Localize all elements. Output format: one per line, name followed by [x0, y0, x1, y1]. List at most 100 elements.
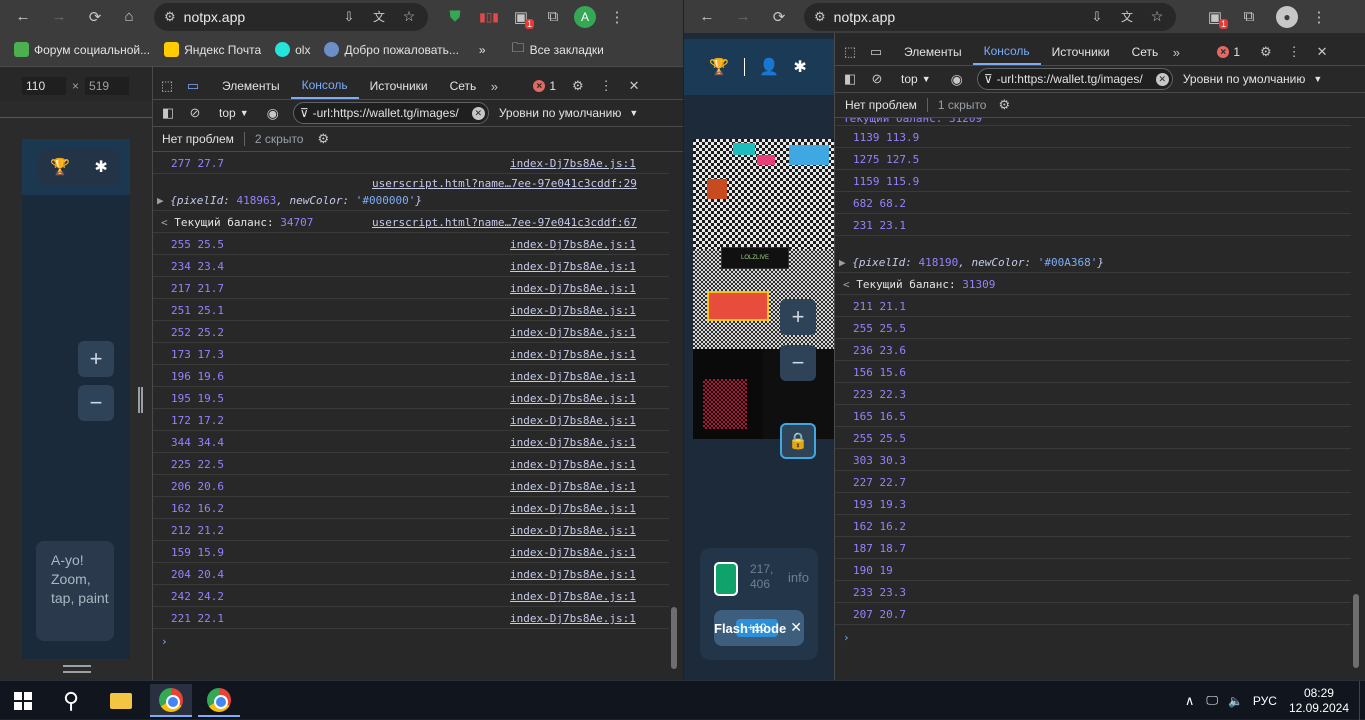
- tab-sources[interactable]: Источники: [1041, 39, 1121, 65]
- device-toolbar-icon[interactable]: ▭: [865, 44, 887, 60]
- live-expression-eye-icon[interactable]: ◉: [267, 105, 279, 122]
- clear-console-icon[interactable]: ⊘: [865, 71, 889, 87]
- tab-network[interactable]: Сеть: [439, 73, 488, 99]
- kebab-menu-icon[interactable]: ⋮: [1306, 4, 1332, 30]
- live-expression-eye-icon[interactable]: ◉: [951, 71, 963, 88]
- notifications-extension-icon[interactable]: ▣ 1: [1202, 4, 1228, 30]
- chrome-taskbar-icon[interactable]: [150, 684, 192, 717]
- device-toolbar-icon[interactable]: ▭: [181, 78, 205, 94]
- issues-label[interactable]: Нет проблем: [845, 98, 917, 112]
- tab-sources[interactable]: Источники: [359, 73, 439, 99]
- error-counter[interactable]: × 1: [1217, 45, 1240, 59]
- source-link[interactable]: index-Dj7bs8Ae.js:1: [510, 568, 636, 581]
- inspect-element-icon[interactable]: ⬚: [153, 78, 181, 94]
- zoom-in-button[interactable]: +: [780, 299, 816, 335]
- profile-avatar[interactable]: ●: [1276, 5, 1298, 28]
- sidebar-toggle-icon[interactable]: ◧: [153, 105, 183, 121]
- zoom-in-button[interactable]: +: [78, 341, 114, 377]
- log-levels-selector[interactable]: Уровни по умолчанию ▼: [1183, 72, 1322, 86]
- extensions-puzzle-icon[interactable]: ⧉: [1236, 4, 1262, 30]
- source-link[interactable]: index-Dj7bs8Ae.js:1: [510, 326, 636, 339]
- trophy-icon[interactable]: 🏆: [50, 157, 70, 177]
- sidebar-toggle-icon[interactable]: ◧: [835, 71, 865, 87]
- log-object[interactable]: ▶ {pixelId: 418963, newColor: '#000000'}: [157, 194, 422, 207]
- console-prompt-icon[interactable]: ›: [161, 635, 168, 648]
- search-icon[interactable]: ⚲: [50, 684, 92, 717]
- tab-console[interactable]: Консоль: [972, 39, 1041, 65]
- network-icon[interactable]: 🖵: [1206, 693, 1218, 708]
- console-filter-input[interactable]: ⊽ -url:https://wallet.tg/images/ ✕: [292, 102, 489, 124]
- bookmark-item[interactable]: Добро пожаловать...: [324, 42, 459, 57]
- source-link[interactable]: index-Dj7bs8Ae.js:1: [510, 524, 636, 537]
- source-link[interactable]: index-Dj7bs8Ae.js:1: [510, 502, 636, 515]
- lock-button[interactable]: 🔒: [780, 423, 816, 459]
- file-explorer-icon[interactable]: [100, 684, 142, 717]
- bug-icon[interactable]: ✱: [793, 57, 806, 77]
- site-info-icon[interactable]: ⚙: [164, 9, 176, 25]
- scroll-thumb[interactable]: [1353, 594, 1359, 668]
- trophy-icon[interactable]: 🏆: [709, 57, 729, 77]
- width-input[interactable]: 110: [22, 77, 66, 95]
- tray-chevron-icon[interactable]: ∧: [1185, 693, 1195, 709]
- issues-label[interactable]: Нет проблем: [162, 132, 234, 146]
- source-link[interactable]: index-Dj7bs8Ae.js:1: [510, 370, 636, 383]
- error-counter[interactable]: × 1: [533, 79, 556, 93]
- language-indicator[interactable]: РУС: [1253, 694, 1277, 708]
- extensions-puzzle-icon[interactable]: ⧉: [540, 4, 566, 30]
- settings-gear-icon[interactable]: ⚙: [1260, 44, 1272, 60]
- source-link[interactable]: index-Dj7bs8Ae.js:1: [510, 238, 636, 251]
- log-levels-selector[interactable]: Уровни по умолчанию ▼: [499, 106, 638, 120]
- clear-console-icon[interactable]: ⊘: [183, 105, 207, 121]
- volume-icon[interactable]: 🔈: [1228, 694, 1243, 708]
- shield-extension-icon[interactable]: ⛊: [442, 4, 468, 30]
- settings-gear-icon[interactable]: ⚙: [572, 78, 584, 94]
- bookmark-item[interactable]: olx: [275, 42, 310, 57]
- devtools-menu-icon[interactable]: ⋮: [1288, 44, 1301, 60]
- source-link[interactable]: index-Dj7bs8Ae.js:1: [510, 392, 636, 405]
- source-link[interactable]: userscript.html?name…7ee-97e041c3cddf:29: [372, 177, 637, 190]
- context-selector[interactable]: top ▼: [901, 72, 931, 86]
- source-link[interactable]: index-Dj7bs8Ae.js:1: [510, 590, 636, 603]
- show-desktop-button[interactable]: [1359, 681, 1365, 720]
- source-link[interactable]: index-Dj7bs8Ae.js:1: [510, 282, 636, 295]
- audio-extension-icon[interactable]: ▮▯▮: [476, 4, 502, 30]
- source-link[interactable]: index-Dj7bs8Ae.js:1: [510, 612, 636, 625]
- forward-icon[interactable]: →: [46, 4, 72, 30]
- clock[interactable]: 08:29 12.09.2024: [1289, 686, 1349, 716]
- source-link[interactable]: index-Dj7bs8Ae.js:1: [510, 348, 636, 361]
- profile-avatar[interactable]: A: [574, 5, 596, 28]
- translate-icon[interactable]: 文: [1114, 4, 1140, 30]
- bug-icon[interactable]: ✱: [94, 157, 107, 177]
- chrome-taskbar-icon[interactable]: [198, 684, 240, 717]
- more-tabs-icon[interactable]: »: [487, 79, 501, 94]
- tab-network[interactable]: Сеть: [1121, 39, 1170, 65]
- source-link[interactable]: userscript.html?name…7ee-97e041c3cddf:67: [372, 216, 637, 229]
- add-friend-icon[interactable]: 👤: [759, 57, 779, 77]
- console-scrollbar[interactable]: [669, 152, 679, 680]
- zoom-out-button[interactable]: −: [78, 385, 114, 421]
- install-app-icon[interactable]: ⇩: [1084, 4, 1110, 30]
- selected-color-swatch[interactable]: [714, 562, 738, 596]
- log-object[interactable]: ▶ {pixelId: 418190, newColor: '#00A368'}: [839, 256, 1104, 269]
- close-devtools-icon[interactable]: ✕: [629, 78, 640, 94]
- source-link[interactable]: index-Dj7bs8Ae.js:1: [510, 304, 636, 317]
- all-bookmarks[interactable]: 🗀 Все закладки: [512, 39, 604, 61]
- tab-console[interactable]: Консоль: [290, 73, 359, 99]
- close-icon[interactable]: ✕: [790, 619, 802, 636]
- back-icon[interactable]: ←: [10, 4, 36, 30]
- source-link[interactable]: index-Dj7bs8Ae.js:1: [510, 458, 636, 471]
- resize-handle[interactable]: [138, 387, 143, 413]
- install-app-icon[interactable]: ⇩: [336, 4, 362, 30]
- tab-elements[interactable]: Элементы: [893, 39, 973, 65]
- address-bar[interactable]: ⚙ notpx.app ⇩ 文 ☆: [154, 2, 428, 31]
- zoom-out-button[interactable]: −: [780, 345, 816, 381]
- bookmark-item[interactable]: Яндекс Почта: [164, 42, 261, 57]
- reload-icon[interactable]: ⟳: [766, 4, 792, 30]
- devtools-menu-icon[interactable]: ⋮: [600, 78, 613, 94]
- back-icon[interactable]: ←: [694, 4, 720, 30]
- console-settings-icon[interactable]: ⚙: [998, 97, 1010, 113]
- scroll-thumb[interactable]: [671, 607, 677, 669]
- bookmark-star-icon[interactable]: ☆: [1144, 4, 1170, 30]
- source-link[interactable]: index-Dj7bs8Ae.js:1: [510, 260, 636, 273]
- bookmark-star-icon[interactable]: ☆: [396, 4, 422, 30]
